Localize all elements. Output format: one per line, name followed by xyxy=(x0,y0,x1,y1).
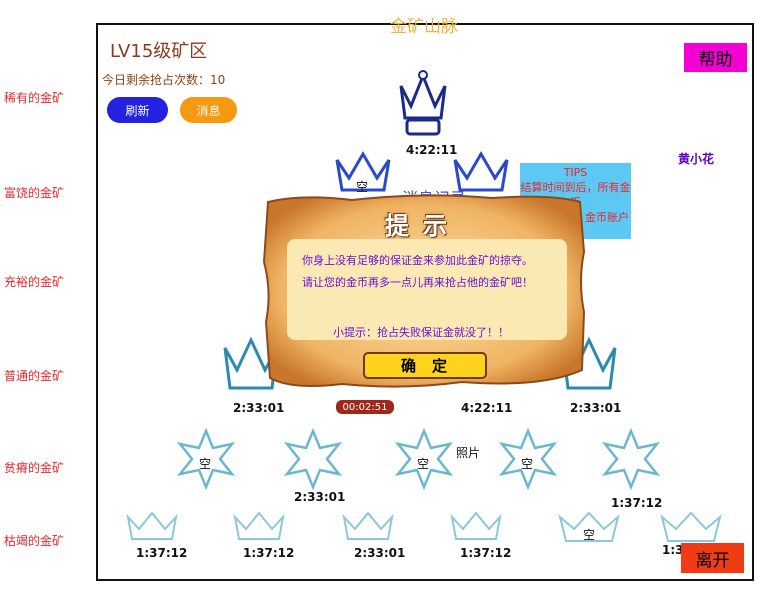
king-crown-icon xyxy=(399,70,447,136)
dialog-message: 请让您的金币再多一点儿再来抢占他的金矿吧！ xyxy=(302,276,533,289)
depleted-mine-slot[interactable] xyxy=(126,511,178,547)
leave-button[interactable]: 离开 xyxy=(681,543,744,573)
messages-button[interactable]: 消息 xyxy=(180,97,237,123)
level-label-rich: 富饶的金矿 xyxy=(4,186,65,200)
dialog-hint: 小提示：抢占失败保证金就没了！！ xyxy=(333,326,509,339)
level-label-poor: 贫瘠的金矿 xyxy=(4,461,65,475)
mine-timer: 1:37:12 xyxy=(243,546,295,560)
owner-name: 黄小花 xyxy=(678,152,715,166)
small-crown-icon xyxy=(342,511,394,540)
mine-timer: 2:33:01 xyxy=(294,490,346,504)
mine-timer: 1:37:12 xyxy=(460,546,512,560)
empty-label: 空 xyxy=(199,457,212,471)
depleted-mine-slot[interactable] xyxy=(342,511,394,547)
zone-title: LV15级矿区 xyxy=(110,41,208,62)
confirm-button[interactable]: 确定 xyxy=(363,352,487,379)
level-label-ample: 充裕的金矿 xyxy=(4,275,65,289)
help-button[interactable]: 帮助 xyxy=(684,43,747,72)
small-crown-icon xyxy=(233,511,285,540)
dialog-message: 你身上没有足够的保证金来参加此金矿的掠夺。 xyxy=(302,254,533,267)
small-crown-icon xyxy=(450,511,502,540)
photo-label: 照片 xyxy=(456,446,481,460)
mine-timer: 1:37:12 xyxy=(136,546,188,560)
empty-label: 空 xyxy=(583,528,596,542)
refresh-button[interactable]: 刷新 xyxy=(107,97,168,123)
poor-mine-slot[interactable] xyxy=(282,427,344,494)
small-crown-icon xyxy=(126,511,178,540)
mine-timer: 2:33:01 xyxy=(354,546,406,560)
level-label-rare: 稀有的金矿 xyxy=(4,91,65,105)
mine-timer: 1:37:12 xyxy=(611,496,663,510)
empty-label: 空 xyxy=(417,457,430,471)
mine-timer: 2:33:01 xyxy=(570,401,622,415)
empty-label: 空 xyxy=(521,457,534,471)
tips-title: TIPS xyxy=(563,166,588,179)
remaining-attempts: 今日剩余抢占次数：10 xyxy=(102,73,226,87)
page-title: 金矿山脉 xyxy=(390,17,458,37)
poor-mine-slot[interactable] xyxy=(600,427,662,494)
mine-timer: 4:22:11 xyxy=(461,401,513,415)
level-label-depleted: 枯竭的金矿 xyxy=(4,534,65,548)
small-crown-icon xyxy=(660,511,722,542)
star-badge-icon xyxy=(601,427,661,491)
depleted-mine-slot[interactable] xyxy=(233,511,285,547)
mine-timer: 4:22:11 xyxy=(406,143,458,157)
mine-timer: 2:33:01 xyxy=(233,401,285,415)
level-label-normal: 普通的金矿 xyxy=(4,369,65,383)
depleted-mine-slot[interactable] xyxy=(450,511,502,547)
star-badge-icon xyxy=(283,427,343,491)
king-mine-slot[interactable] xyxy=(397,66,449,142)
dialog-title: 提示 xyxy=(385,212,461,240)
countdown-badge: 00:02:51 xyxy=(336,400,394,414)
